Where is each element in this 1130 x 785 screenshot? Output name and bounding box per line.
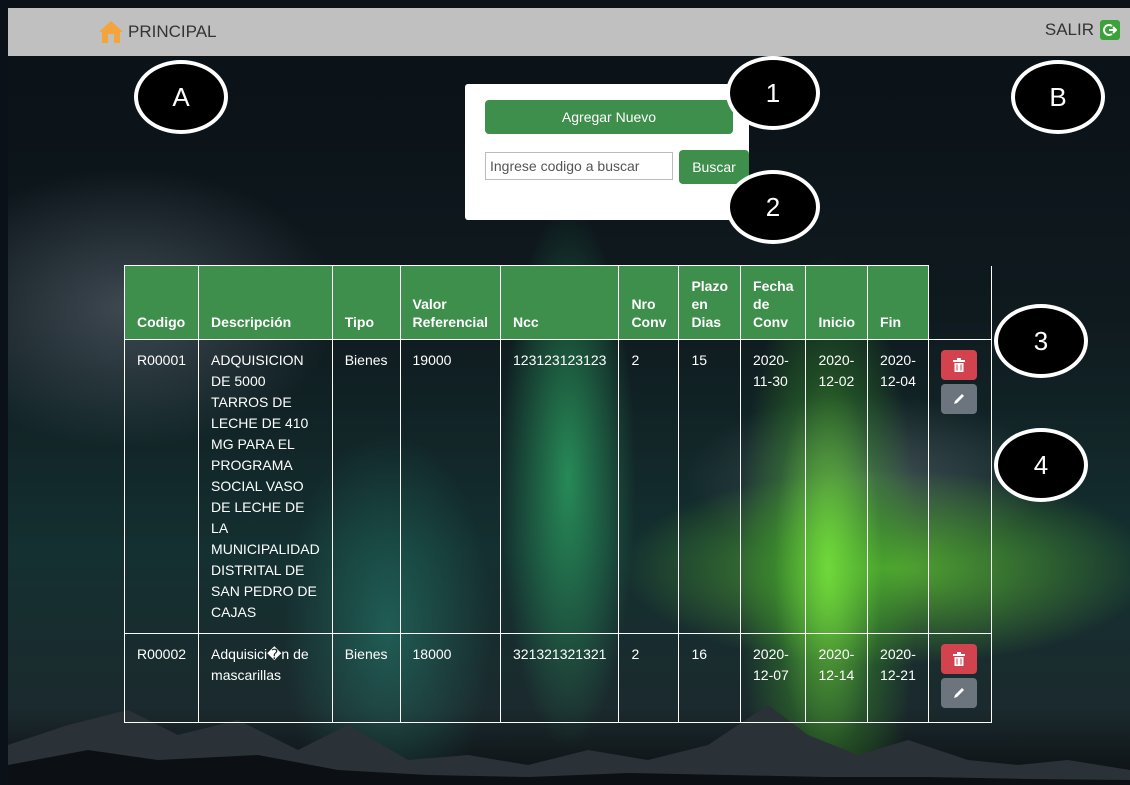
search-input[interactable]: [485, 152, 673, 180]
col-header-ncc: Ncc: [499, 265, 620, 340]
pencil-icon: [953, 688, 964, 698]
cell-inicio: 2020-12-02: [805, 339, 869, 634]
cell-valor: 19000: [399, 339, 502, 634]
callout-1: 1: [726, 56, 820, 130]
table-row: R00001 ADQUISICION DE 5000 TARROS DE LEC…: [123, 339, 992, 634]
table-header-row: Codigo Descripción Tipo Valor Referencia…: [123, 265, 992, 340]
app-frame: PRINCIPAL SALIR A B Agregar Nuevo Buscar…: [8, 8, 1130, 785]
callout-a: A: [134, 60, 228, 134]
top-navbar: PRINCIPAL SALIR: [8, 8, 1130, 56]
cell-tipo: Bienes: [331, 633, 401, 723]
edit-button[interactable]: [940, 678, 977, 708]
home-label: PRINCIPAL: [128, 22, 217, 41]
col-header-codigo: Codigo: [123, 265, 200, 340]
cell-plazo: 15: [678, 339, 742, 634]
callout-2: 2: [726, 170, 820, 244]
logout-link[interactable]: SALIR: [1045, 20, 1120, 40]
callout-4: 4: [994, 428, 1088, 502]
logout-label: SALIR: [1044, 20, 1094, 39]
cell-valor: 18000: [399, 633, 502, 723]
col-header-nro-conv: Nro Conv: [618, 265, 680, 340]
cell-actions: [927, 339, 992, 634]
cell-fin: 2020-12-21: [867, 633, 929, 723]
callout-3: 3: [994, 304, 1088, 378]
delete-button[interactable]: [940, 644, 977, 674]
action-panel: Agregar Nuevo Buscar: [465, 84, 749, 220]
callout-b: B: [1011, 60, 1105, 134]
home-icon: [98, 20, 124, 44]
cell-fin: 2020-12-04: [867, 339, 929, 634]
cell-inicio: 2020-12-14: [805, 633, 869, 723]
add-new-button[interactable]: Agregar Nuevo: [485, 100, 733, 134]
cell-fecha-conv: 2020-12-07: [740, 633, 807, 723]
col-header-plazo: Plazo en Dias: [678, 265, 742, 340]
cell-ncc: 321321321321: [499, 633, 620, 723]
col-header-tipo: Tipo: [331, 265, 401, 340]
col-header-descripcion: Descripción: [198, 265, 333, 340]
table-row: R00002 Adquisici�n de mascarillas Bienes…: [123, 633, 992, 723]
cell-tipo: Bienes: [331, 339, 401, 634]
trash-icon: [952, 652, 965, 666]
cell-ncc: 123123123123: [499, 339, 620, 634]
cell-descripcion: ADQUISICION DE 5000 TARROS DE LECHE DE 4…: [198, 339, 333, 634]
cell-nro-conv: 2: [618, 339, 680, 634]
col-header-fin: Fin: [867, 265, 929, 340]
cell-fecha-conv: 2020-11-30: [740, 339, 807, 634]
cell-codigo: R00001: [123, 339, 200, 634]
col-header-fecha-conv: Fecha de Conv: [740, 265, 807, 340]
trash-icon: [952, 358, 965, 372]
cell-codigo: R00002: [123, 633, 200, 723]
cell-actions: [927, 633, 992, 723]
cell-descripcion: Adquisici�n de mascarillas: [198, 633, 333, 723]
delete-button[interactable]: [940, 350, 977, 380]
col-header-inicio: Inicio: [805, 265, 869, 340]
pencil-icon: [953, 394, 964, 404]
cell-nro-conv: 2: [618, 633, 680, 723]
cell-plazo: 16: [678, 633, 742, 723]
home-link[interactable]: PRINCIPAL: [98, 20, 217, 44]
col-header-valor: Valor Referencial: [399, 265, 502, 340]
col-header-actions: [927, 265, 992, 340]
logout-icon: [1100, 20, 1120, 40]
search-button[interactable]: Buscar: [679, 150, 749, 184]
records-table: Codigo Descripción Tipo Valor Referencia…: [123, 265, 992, 723]
edit-button[interactable]: [940, 384, 977, 414]
